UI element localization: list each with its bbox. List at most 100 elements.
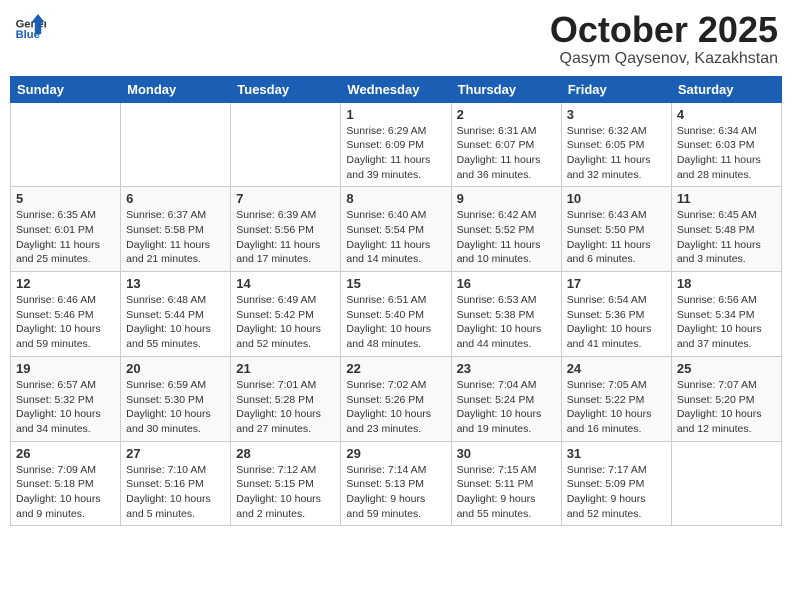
day-info: Sunrise: 6:43 AM Sunset: 5:50 PM Dayligh… [567, 208, 666, 267]
day-number: 29 [346, 446, 445, 461]
day-number: 5 [16, 191, 115, 206]
day-cell: 22Sunrise: 7:02 AM Sunset: 5:26 PM Dayli… [341, 356, 451, 441]
day-number: 24 [567, 361, 666, 376]
day-cell: 30 Sunrise: 7:15 AM Sunset: 5:11 PM Dayli… [451, 441, 561, 526]
day-cell [671, 441, 781, 526]
day-cell: 12 Sunrise: 6:46 AM Sunset: 5:46 PM Dayli… [11, 272, 121, 357]
week-row-4: 19Sunrise: 6:57 AM Sunset: 5:32 PM Dayli… [11, 356, 782, 441]
day-info: Sunrise: 7:14 AM Sunset: 5:13 PM Dayligh… [346, 463, 445, 522]
location: Qasym Qaysenov, Kazakhstan [550, 50, 778, 68]
week-row-5: 26 Sunrise: 7:09 AM Sunset: 5:18 PM Dayli… [11, 441, 782, 526]
day-cell: 16 Sunrise: 6:53 AM Sunset: 5:38 PM Dayli… [451, 272, 561, 357]
weekday-header-tuesday: Tuesday [231, 76, 341, 102]
day-info: Sunrise: 6:42 AM Sunset: 5:52 PM Dayligh… [457, 208, 556, 267]
day-number: 25 [677, 361, 776, 376]
day-info: Sunrise: 7:17 AM Sunset: 5:09 PM Dayligh… [567, 463, 666, 522]
day-number: 7 [236, 191, 335, 206]
day-cell: 23 Sunrise: 7:04 AM Sunset: 5:24 PM Dayli… [451, 356, 561, 441]
day-number: 12 [16, 276, 115, 291]
weekday-header-monday: Monday [121, 76, 231, 102]
day-info: Sunrise: 6:46 AM Sunset: 5:46 PM Dayligh… [16, 293, 115, 352]
day-number: 9 [457, 191, 556, 206]
weekday-header-sunday: Sunday [11, 76, 121, 102]
day-number: 16 [457, 276, 556, 291]
day-info: Sunrise: 7:09 AM Sunset: 5:18 PM Dayligh… [16, 463, 115, 522]
day-number: 31 [567, 446, 666, 461]
day-number: 30 [457, 446, 556, 461]
day-info: Sunrise: 7:01 AM Sunset: 5:28 PM Dayligh… [236, 378, 335, 437]
day-number: 19 [16, 361, 115, 376]
day-info: Sunrise: 7:07 AM Sunset: 5:20 PM Dayligh… [677, 378, 776, 437]
day-cell: 24 Sunrise: 7:05 AM Sunset: 5:22 PM Dayli… [561, 356, 671, 441]
weekday-header-thursday: Thursday [451, 76, 561, 102]
day-cell: 20 Sunrise: 6:59 AM Sunset: 5:30 PM Dayli… [121, 356, 231, 441]
day-info: Sunrise: 6:34 AM Sunset: 6:03 PM Dayligh… [677, 124, 776, 183]
day-cell: 27 Sunrise: 7:10 AM Sunset: 5:16 PM Dayli… [121, 441, 231, 526]
day-cell: 28 Sunrise: 7:12 AM Sunset: 5:15 PM Dayli… [231, 441, 341, 526]
day-number: 27 [126, 446, 225, 461]
day-info: Sunrise: 7:10 AM Sunset: 5:16 PM Dayligh… [126, 463, 225, 522]
day-info: Sunrise: 6:56 AM Sunset: 5:34 PM Dayligh… [677, 293, 776, 352]
day-number: 23 [457, 361, 556, 376]
day-info: Sunrise: 6:32 AM Sunset: 6:05 PM Dayligh… [567, 124, 666, 183]
day-number: 14 [236, 276, 335, 291]
day-cell: 26 Sunrise: 7:09 AM Sunset: 5:18 PM Dayli… [11, 441, 121, 526]
month-title: October 2025 [550, 10, 778, 50]
day-info: Sunrise: 6:35 AM Sunset: 6:01 PM Dayligh… [16, 208, 115, 267]
weekday-header-friday: Friday [561, 76, 671, 102]
calendar-table: SundayMondayTuesdayWednesdayThursdayFrid… [10, 76, 782, 527]
day-info: Sunrise: 7:15 AM Sunset: 5:11 PM Dayligh… [457, 463, 556, 522]
day-cell: 25 Sunrise: 7:07 AM Sunset: 5:20 PM Dayli… [671, 356, 781, 441]
day-cell: 2 Sunrise: 6:31 AM Sunset: 6:07 PM Daylig… [451, 102, 561, 187]
day-number: 8 [346, 191, 445, 206]
day-number: 20 [126, 361, 225, 376]
weekday-header-wednesday: Wednesday [341, 76, 451, 102]
day-cell: 21Sunrise: 7:01 AM Sunset: 5:28 PM Dayli… [231, 356, 341, 441]
weekday-header-saturday: Saturday [671, 76, 781, 102]
logo: General Blue [14, 10, 50, 42]
day-cell [121, 102, 231, 187]
day-number: 1 [346, 107, 445, 122]
day-info: Sunrise: 6:49 AM Sunset: 5:42 PM Dayligh… [236, 293, 335, 352]
day-number: 28 [236, 446, 335, 461]
day-cell: 10Sunrise: 6:43 AM Sunset: 5:50 PM Dayli… [561, 187, 671, 272]
day-number: 11 [677, 191, 776, 206]
day-number: 26 [16, 446, 115, 461]
day-cell: 31 Sunrise: 7:17 AM Sunset: 5:09 PM Dayli… [561, 441, 671, 526]
day-cell: 19Sunrise: 6:57 AM Sunset: 5:32 PM Dayli… [11, 356, 121, 441]
day-cell: 29 Sunrise: 7:14 AM Sunset: 5:13 PM Dayli… [341, 441, 451, 526]
day-cell: 9 Sunrise: 6:42 AM Sunset: 5:52 PM Daylig… [451, 187, 561, 272]
day-cell [231, 102, 341, 187]
day-info: Sunrise: 6:51 AM Sunset: 5:40 PM Dayligh… [346, 293, 445, 352]
day-info: Sunrise: 6:40 AM Sunset: 5:54 PM Dayligh… [346, 208, 445, 267]
day-info: Sunrise: 6:59 AM Sunset: 5:30 PM Dayligh… [126, 378, 225, 437]
day-cell: 5 Sunrise: 6:35 AM Sunset: 6:01 PM Daylig… [11, 187, 121, 272]
day-cell: 15Sunrise: 6:51 AM Sunset: 5:40 PM Dayli… [341, 272, 451, 357]
day-info: Sunrise: 6:31 AM Sunset: 6:07 PM Dayligh… [457, 124, 556, 183]
day-number: 22 [346, 361, 445, 376]
day-cell: 13Sunrise: 6:48 AM Sunset: 5:44 PM Dayli… [121, 272, 231, 357]
day-cell: 8 Sunrise: 6:40 AM Sunset: 5:54 PM Daylig… [341, 187, 451, 272]
day-info: Sunrise: 7:05 AM Sunset: 5:22 PM Dayligh… [567, 378, 666, 437]
logo-icon: General Blue [14, 10, 46, 42]
day-number: 17 [567, 276, 666, 291]
day-number: 13 [126, 276, 225, 291]
week-row-2: 5 Sunrise: 6:35 AM Sunset: 6:01 PM Daylig… [11, 187, 782, 272]
day-info: Sunrise: 7:12 AM Sunset: 5:15 PM Dayligh… [236, 463, 335, 522]
day-cell: 4Sunrise: 6:34 AM Sunset: 6:03 PM Daylig… [671, 102, 781, 187]
day-number: 2 [457, 107, 556, 122]
weekday-header-row: SundayMondayTuesdayWednesdayThursdayFrid… [11, 76, 782, 102]
day-info: Sunrise: 6:53 AM Sunset: 5:38 PM Dayligh… [457, 293, 556, 352]
week-row-1: 1Sunrise: 6:29 AM Sunset: 6:09 PM Daylig… [11, 102, 782, 187]
day-info: Sunrise: 6:37 AM Sunset: 5:58 PM Dayligh… [126, 208, 225, 267]
day-number: 6 [126, 191, 225, 206]
day-cell: 14 Sunrise: 6:49 AM Sunset: 5:42 PM Dayli… [231, 272, 341, 357]
title-block: October 2025 Qasym Qaysenov, Kazakhstan [550, 10, 778, 68]
day-info: Sunrise: 6:54 AM Sunset: 5:36 PM Dayligh… [567, 293, 666, 352]
day-cell: 17 Sunrise: 6:54 AM Sunset: 5:36 PM Dayli… [561, 272, 671, 357]
day-cell: 18Sunrise: 6:56 AM Sunset: 5:34 PM Dayli… [671, 272, 781, 357]
page-header: General Blue October 2025 Qasym Qaysenov… [10, 10, 782, 68]
day-info: Sunrise: 7:04 AM Sunset: 5:24 PM Dayligh… [457, 378, 556, 437]
day-cell: 1Sunrise: 6:29 AM Sunset: 6:09 PM Daylig… [341, 102, 451, 187]
day-cell: 3Sunrise: 6:32 AM Sunset: 6:05 PM Daylig… [561, 102, 671, 187]
